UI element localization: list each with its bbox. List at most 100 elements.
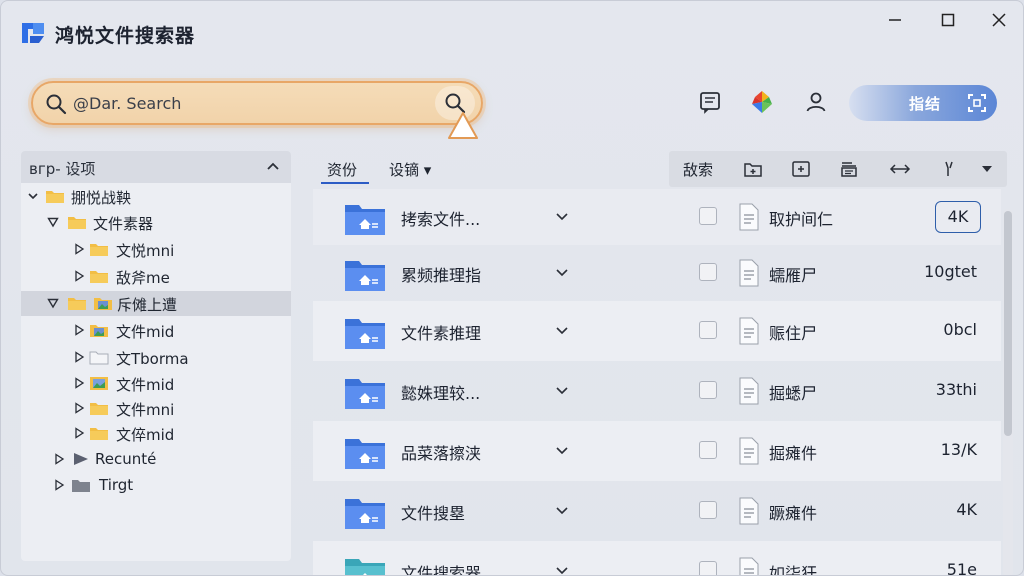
notes-button[interactable] — [697, 89, 723, 115]
scrollbar-thumb[interactable] — [1004, 211, 1012, 436]
triangle-right-icon[interactable] — [73, 377, 85, 389]
document-icon — [739, 377, 759, 405]
minimize-icon — [889, 19, 901, 21]
sidebar-item-selected[interactable]: 斥傩上遭 — [21, 291, 291, 316]
chevron-down-icon[interactable] — [555, 563, 569, 576]
list-view-button[interactable] — [837, 158, 861, 180]
chevron-down-icon[interactable] — [555, 443, 569, 457]
sidebar-header-label: вгр- 设项 — [29, 160, 96, 178]
list-item[interactable]: 拷索文件... 取护间仁 4K — [313, 189, 1001, 245]
list-item[interactable]: 文件搜塁 蹶瘫件 4K — [313, 481, 1001, 541]
list-item[interactable]: 累频推理指 蠕雁尸 10gtet — [313, 245, 1001, 301]
user-button[interactable] — [803, 89, 829, 115]
list-item[interactable]: 文件搜索器 如柒犴 51e — [313, 541, 1001, 576]
gray-folder-icon — [72, 480, 90, 492]
triangle-right-icon[interactable] — [73, 427, 85, 439]
sidebar-item-label: 斥傩上遭 — [117, 296, 178, 314]
list-item[interactable]: 懿姝理较... 掘蟋尸 33thi — [313, 361, 1001, 421]
chevron-down-icon[interactable] — [555, 503, 569, 517]
triangle-right-icon[interactable] — [73, 351, 85, 363]
chevron-up-icon[interactable] — [265, 159, 281, 175]
folder-icon — [68, 298, 86, 310]
triangle-down-icon[interactable] — [47, 297, 59, 309]
chevron-down-icon[interactable] — [555, 209, 569, 223]
chevron-down-icon[interactable] — [27, 190, 39, 202]
search-icon — [46, 94, 67, 115]
file-name: 文件搜索器 — [401, 564, 482, 576]
folder-icon — [90, 271, 108, 283]
row-checkbox[interactable] — [699, 263, 717, 281]
blank-folder-icon — [89, 351, 109, 365]
document-icon — [739, 497, 759, 525]
row-checkbox[interactable] — [699, 501, 717, 519]
list-item[interactable]: 品菜落擦浃 掘瘫件 13/K — [313, 421, 1001, 481]
triangle-right-icon[interactable] — [53, 479, 65, 491]
swap-arrows-icon — [889, 164, 911, 174]
sidebar-item-file-searcher[interactable]: 文件素器 — [21, 210, 291, 235]
file-name: 文件素推理 — [401, 324, 482, 343]
search-tool-button[interactable]: 敌索 — [683, 158, 713, 180]
swap-button[interactable] — [887, 158, 913, 180]
close-button[interactable] — [988, 9, 1010, 31]
row-checkbox[interactable] — [699, 321, 717, 339]
minimize-button[interactable] — [884, 9, 906, 31]
sidebar-item-recent[interactable]: Recunté — [21, 447, 291, 472]
search-input[interactable] — [73, 91, 433, 115]
tab-bar: 资份 设镝 ▾ 敌索 — [313, 151, 1007, 187]
sidebar-item-root[interactable]: 掤悦战鞅 — [21, 184, 291, 209]
triangle-down-icon[interactable] — [47, 216, 59, 228]
file-type: 掘瘫件 — [769, 444, 818, 463]
file-type: 蹶瘫件 — [769, 504, 818, 523]
app-window: 鸿悦文件搜索器 @Dar. Search 指结 вгр- 设项 掤悦战鞅 文件素… — [0, 0, 1024, 576]
chevron-down-icon[interactable] — [555, 383, 569, 397]
sidebar-item[interactable]: 文件mid — [21, 318, 291, 343]
scan-icon — [968, 94, 986, 112]
search-bar — [31, 81, 483, 125]
maximize-button[interactable] — [937, 9, 959, 31]
chevron-down-icon[interactable] — [555, 323, 569, 337]
active-tab-indicator — [321, 182, 369, 184]
triangle-right-icon[interactable] — [73, 324, 85, 336]
triangle-right-icon[interactable] — [53, 453, 65, 465]
sidebar-item-label: Tirgt — [99, 476, 134, 494]
folder-icon — [90, 244, 108, 256]
sidebar-item[interactable]: 文悦mni — [21, 237, 291, 262]
list-item[interactable]: 文件素推理 赈住尸 0bcl — [313, 301, 1001, 361]
sidebar-item[interactable]: 文件mni — [21, 396, 291, 421]
tab-resources[interactable]: 资份 — [327, 159, 357, 180]
file-size-selected[interactable]: 4K — [935, 201, 981, 233]
tab-settings[interactable]: 设镝 ▾ — [389, 159, 431, 180]
file-size: 0bcl — [943, 320, 977, 339]
sidebar-item-target[interactable]: Tirgt — [21, 473, 291, 498]
row-checkbox[interactable] — [699, 561, 717, 575]
network-folder-icon — [345, 261, 385, 291]
pin-button[interactable] — [939, 158, 959, 180]
folder-icon — [46, 191, 64, 203]
sidebar-item[interactable]: 敌斧me — [21, 264, 291, 289]
add-column-button[interactable] — [789, 158, 813, 180]
pill-action-button[interactable]: 指结 — [849, 85, 997, 121]
more-dropdown-button[interactable] — [977, 158, 997, 180]
file-name: 拷索文件... — [401, 210, 481, 229]
sidebar-item-label: 掤悦战鞅 — [71, 189, 132, 207]
list-scrollbar[interactable] — [1003, 209, 1013, 575]
network-folder-icon — [345, 499, 385, 529]
triangle-right-icon[interactable] — [73, 243, 85, 255]
new-folder-button[interactable] — [741, 158, 765, 180]
sidebar-item[interactable]: 文件mid — [21, 371, 291, 396]
row-checkbox[interactable] — [699, 381, 717, 399]
gem-button[interactable] — [749, 89, 775, 115]
row-checkbox[interactable] — [699, 207, 717, 225]
row-checkbox[interactable] — [699, 441, 717, 459]
triangle-right-icon[interactable] — [73, 270, 85, 282]
triangle-right-icon[interactable] — [73, 402, 85, 414]
new-folder-icon — [744, 163, 762, 177]
file-size: 13/K — [940, 440, 977, 459]
chevron-down-icon[interactable] — [555, 265, 569, 279]
folder-icon — [90, 403, 108, 415]
sidebar-item[interactable]: 文Tborma — [21, 345, 291, 370]
file-list: 拷索文件... 取护间仁 4K 累频推理指 蠕雁尸 10gtet 文件素推理 赈… — [313, 189, 1001, 576]
sidebar-item[interactable]: 文倅mid — [21, 421, 291, 446]
sidebar-header: вгр- 设项 — [21, 151, 291, 183]
file-size: 4K — [956, 500, 977, 519]
